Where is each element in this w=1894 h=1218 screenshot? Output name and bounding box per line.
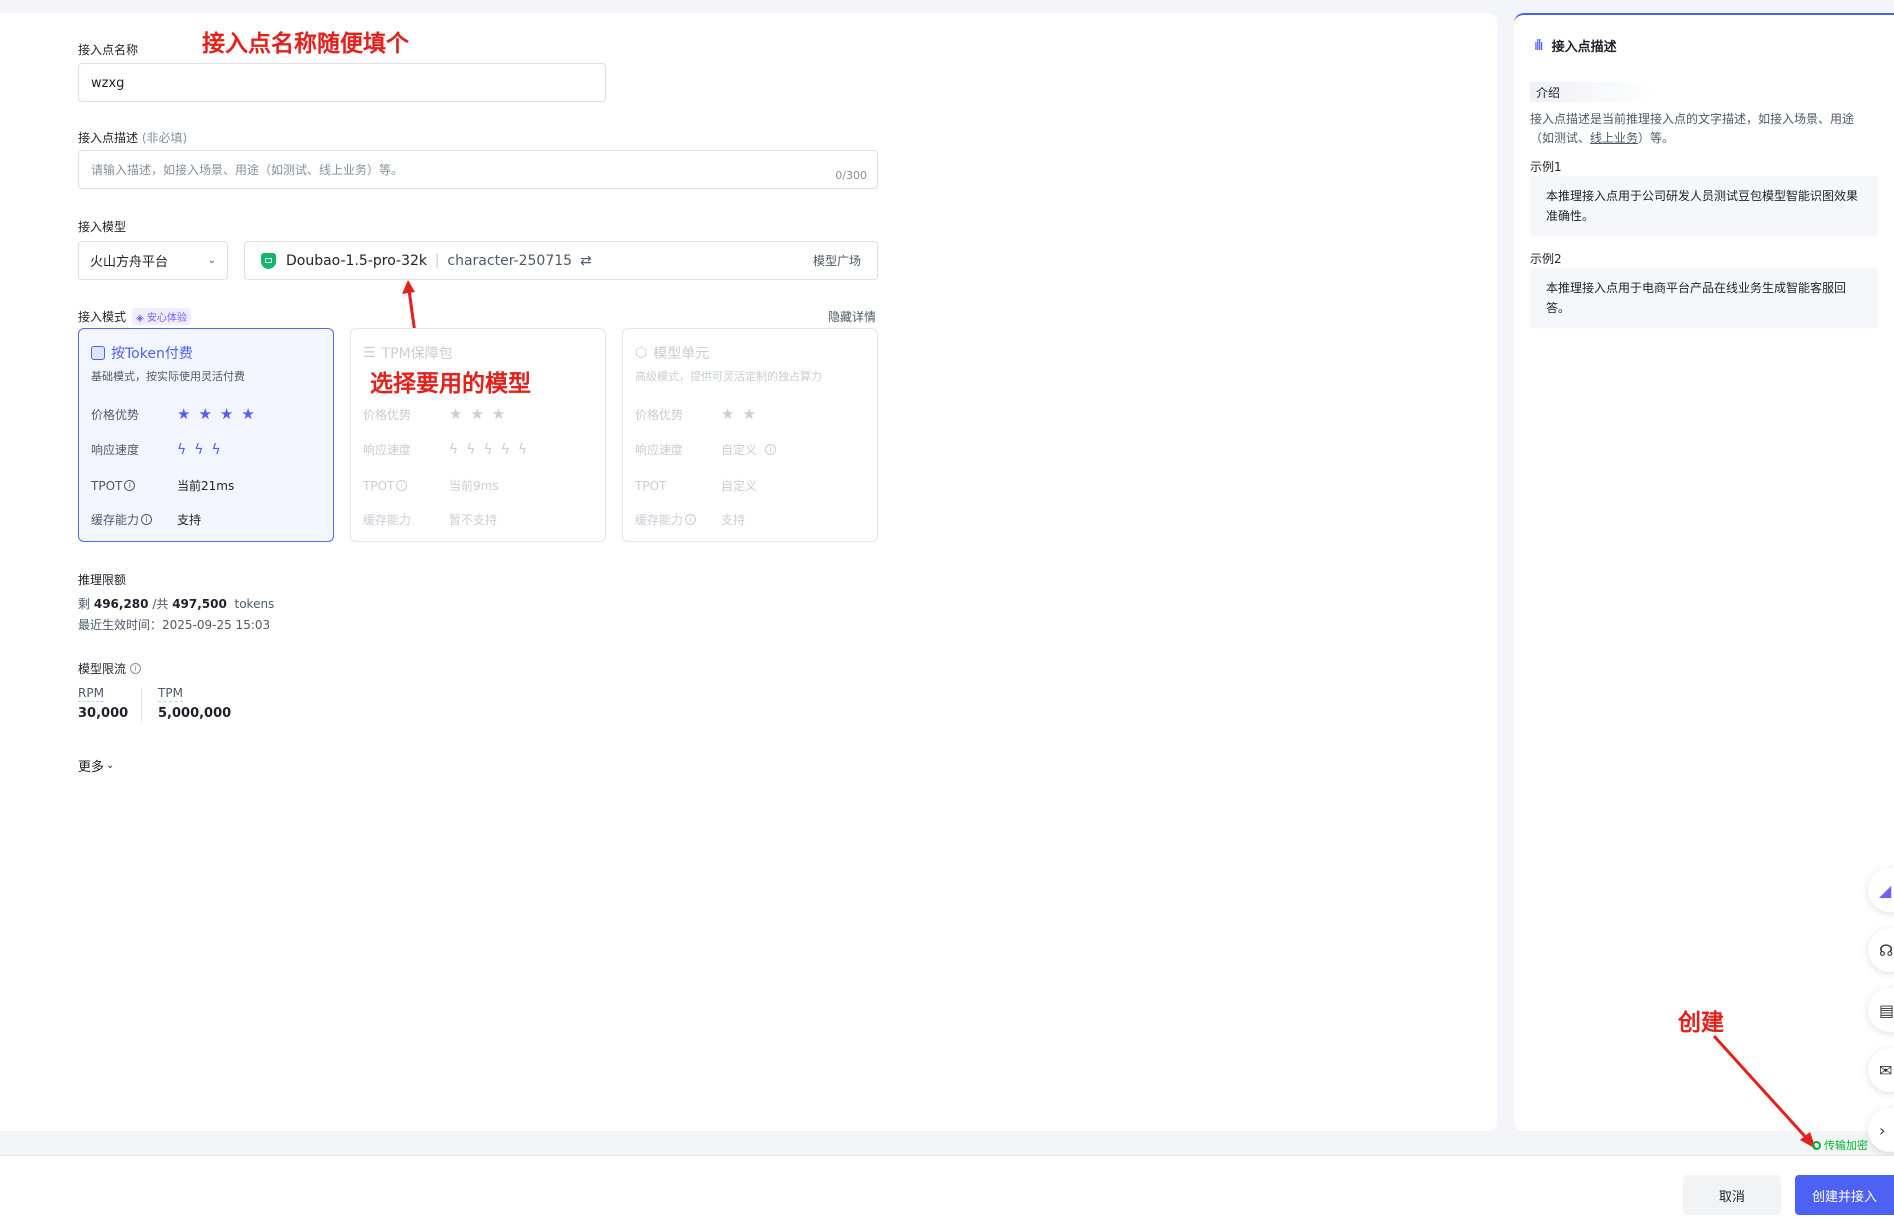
ratelimit-title: 模型限流 i — [78, 660, 142, 677]
price-label: 价格优势 — [363, 407, 412, 422]
model-version: character-250715 — [447, 252, 573, 269]
example1-card: 本推理接入点用于公司研发人员测试豆包模型智能识图效果准确性。 — [1530, 176, 1878, 236]
shield-check-icon — [261, 252, 276, 269]
intro-text: 接入点描述是当前推理接入点的文字描述，如接入场景、用途 （如测试、线上业务）等。 — [1530, 112, 1855, 145]
card-title: TPM保障包 — [381, 346, 453, 362]
chevron-down-icon: ⌄ — [207, 255, 216, 266]
divider — [141, 688, 142, 722]
info-icon[interactable]: i — [124, 480, 136, 491]
tpot-value: 当前9ms — [449, 479, 499, 493]
mode-card-unit[interactable]: ⬡ 模型单元 高级模式，提供可灵活定制的独占算力 价格优势 ★ ★ 响应速度 自定… — [622, 328, 878, 542]
rpm-metric: RPM 30,000 — [78, 686, 129, 721]
annotation-name-hint: 接入点名称随便填个 — [202, 31, 409, 57]
mode-badge: ◈ 安心体验 — [132, 308, 191, 325]
shield-icon — [1812, 1140, 1821, 1150]
desc-textarea[interactable]: 请输入描述，如接入场景、用途（如测试、线上业务）等。 0/300 — [78, 150, 878, 189]
hide-details-link[interactable]: 隐藏详情 — [828, 308, 876, 325]
tpot-value: 当前21ms — [177, 479, 235, 493]
divider: | — [435, 253, 440, 268]
tpot-value: 自定义 — [721, 479, 758, 493]
example1-label: 示例1 — [1530, 160, 1562, 174]
annotation-model-hint: 选择要用的模型 — [370, 371, 531, 397]
price-stars: ★ ★ — [721, 405, 756, 423]
cache-label: 缓存能力 — [91, 513, 140, 527]
desc-label: 接入点描述 (非必填) — [78, 131, 188, 145]
platform-select[interactable]: 火山方舟平台 ⌄ — [78, 241, 228, 280]
secure-badge: 传输加密 — [1812, 1137, 1868, 1153]
cache-label: 缓存能力 — [635, 513, 684, 527]
mode-label: 接入模式 ◈ 安心体验 — [78, 308, 191, 325]
model-label: 接入模型 — [78, 220, 127, 234]
more-toggle[interactable]: 更多 ⌄ — [78, 756, 114, 775]
info-icon[interactable]: i — [141, 514, 153, 525]
name-input[interactable]: wzxg — [78, 63, 606, 102]
name-input-value: wzxg — [91, 76, 125, 91]
info-icon[interactable]: i — [130, 663, 142, 674]
info-icon: i — [685, 514, 697, 525]
card-subtitle: 基础模式，按实际使用灵活付费 — [91, 370, 245, 383]
example2-label: 示例2 — [1530, 252, 1562, 266]
swap-icon[interactable]: ⇄ — [580, 253, 592, 269]
speed-label: 响应速度 — [91, 443, 140, 457]
speed-label: 响应速度 — [363, 443, 412, 457]
price-stars: ★ ★ ★ ★ — [177, 405, 255, 423]
card-title: 模型单元 — [653, 346, 710, 362]
tpot-label: TPOT — [635, 478, 667, 493]
create-button[interactable]: 创建并接入 — [1795, 1175, 1894, 1215]
annotation-arrow-create — [1712, 1034, 1816, 1149]
side-header: ıllı 接入点描述 — [1534, 36, 1617, 56]
chevron-down-icon: ⌄ — [106, 760, 115, 771]
model-selector[interactable]: Doubao-1.5-pro-32k | character-250715 ⇄ … — [244, 241, 878, 280]
example2-card: 本推理接入点用于电商平台产品在线业务生成智能客服回答。 — [1530, 268, 1878, 328]
price-label: 价格优势 — [91, 407, 140, 422]
model-name: Doubao-1.5-pro-32k — [286, 252, 428, 269]
cancel-button[interactable]: 取消 — [1683, 1175, 1781, 1215]
tpm-metric: TPM 5,000,000 — [158, 686, 232, 721]
info-icon: i — [765, 444, 777, 455]
side-title: 接入点描述 — [1551, 40, 1617, 55]
intro-tag: 介绍 — [1530, 82, 1656, 102]
price-label: 价格优势 — [635, 407, 684, 422]
cube-icon: ⬡ — [635, 345, 648, 361]
price-stars: ★ ★ ★ — [449, 405, 506, 423]
mode-card-tpm[interactable]: ☰ TPM保障包 价格优势 ★ ★ ★ 响应速度 ϟϟϟϟϟ TPOT i 当前9ms… — [350, 328, 606, 542]
cache-value: 支持 — [177, 513, 202, 527]
speed-bolts: ϟϟϟ — [177, 441, 221, 458]
footer-bar — [0, 1155, 1894, 1218]
desc-placeholder: 请输入描述，如接入场景、用途（如测试、线上业务）等。 — [91, 163, 404, 177]
platform-value: 火山方舟平台 — [90, 255, 169, 270]
quota-usage: 剩 496,280 /共 497,500 tokens — [78, 597, 275, 611]
mode-card-token[interactable]: 按Token付费 基础模式，按实际使用灵活付费 价格优势 ★ ★ ★ ★ 响应速度 ϟ… — [78, 328, 334, 542]
list-icon: ☰ — [363, 345, 376, 361]
speed-value: 自定义 — [721, 443, 758, 457]
model-square-link[interactable]: 模型广场 — [813, 252, 861, 269]
token-icon — [91, 346, 105, 360]
cache-label: 缓存能力 — [363, 513, 412, 527]
speed-label: 响应速度 — [635, 443, 684, 457]
quota-title: 推理限额 — [78, 573, 127, 587]
card-subtitle: 高级模式，提供可灵活定制的独占算力 — [635, 370, 822, 383]
name-label: 接入点名称 — [78, 43, 139, 57]
quota-effective-time: 最近生效时间：2025-09-25 15:03 — [78, 618, 271, 632]
speed-bolts: ϟϟϟϟϟ — [449, 441, 528, 458]
info-icon: i — [396, 480, 408, 491]
tpot-label: TPOT — [363, 478, 395, 493]
desc-counter: 0/300 — [835, 169, 867, 182]
cache-value: 暂不支持 — [449, 513, 498, 527]
shield-icon: ◈ — [136, 313, 144, 324]
sound-wave-icon: ıllı — [1534, 37, 1543, 54]
cache-value: 支持 — [721, 513, 746, 527]
card-title: 按Token付费 — [111, 346, 193, 362]
tpot-label: TPOT — [91, 478, 123, 493]
